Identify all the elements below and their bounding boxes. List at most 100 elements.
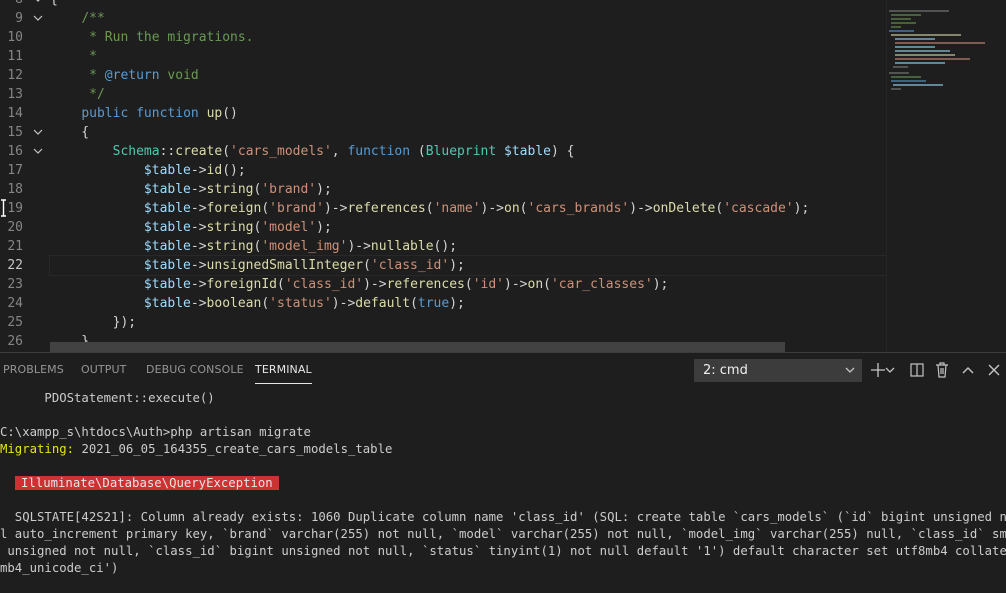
- code-line[interactable]: $table->foreignId('class_id')->reference…: [50, 275, 886, 294]
- error-message-line: SQLSTATE[42S21]: Column already exists: …: [0, 510, 1006, 524]
- line-number: 26: [0, 332, 50, 351]
- error-message-line: unsigned not null, `class_id` bigint uns…: [0, 544, 1006, 558]
- kill-terminal-trash-icon[interactable]: [932, 360, 952, 380]
- code-token: {: [50, 125, 90, 140]
- code-line[interactable]: public function up(): [50, 104, 886, 123]
- code-line[interactable]: * @return void: [50, 66, 886, 85]
- fold-chevron-icon[interactable]: [32, 142, 44, 161]
- line-number-text: 26: [7, 334, 23, 349]
- line-number: 25: [0, 313, 50, 332]
- code-token: ();: [222, 163, 246, 178]
- code-token: )->: [347, 239, 371, 254]
- code-token: );: [449, 258, 465, 273]
- migrating-label: Migrating:: [0, 442, 75, 456]
- code-token: ->: [190, 258, 207, 273]
- code-line[interactable]: {: [50, 123, 886, 142]
- line-number: 11: [0, 47, 50, 66]
- minimap-line: [891, 88, 901, 90]
- minimap-line: [893, 84, 943, 86]
- code-line[interactable]: {: [50, 0, 886, 9]
- minimap-line: [895, 50, 950, 52]
- fold-chevron-icon[interactable]: [32, 123, 44, 142]
- terminal-output[interactable]: PDOStatement::execute() C:\xampp_s\htdoc…: [0, 389, 1006, 593]
- code-line[interactable]: $table->string('brand');: [50, 180, 886, 199]
- launch-profile-chevron-icon[interactable]: [884, 360, 896, 380]
- tab-problems[interactable]: PROBLEMS: [3, 353, 64, 387]
- minimap-line: [891, 76, 921, 78]
- code-token: );: [316, 182, 332, 197]
- code-token: 'id': [472, 277, 505, 292]
- code-line[interactable]: *: [50, 47, 886, 66]
- code-token: 'brand': [261, 182, 317, 197]
- minimap-line: [891, 18, 911, 20]
- migrating-value: 2021_06_05_164355_create_cars_models_tab…: [74, 442, 393, 456]
- code-token: boolean: [206, 296, 262, 311]
- code-token: )->: [480, 201, 505, 216]
- code-line[interactable]: $table->string('model');: [50, 218, 886, 237]
- code-token: void: [159, 68, 199, 83]
- code-token: foreignId: [206, 277, 277, 292]
- close-panel-icon[interactable]: [984, 360, 1004, 380]
- minimap-line: [893, 66, 908, 68]
- code-token: ->: [190, 239, 207, 254]
- maximize-panel-chevron-up-icon[interactable]: [958, 360, 978, 380]
- code-token: string: [206, 220, 254, 235]
- line-number-text: 11: [7, 49, 23, 64]
- code-editor[interactable]: 8 9 10 11 12 13 14 15 16 17 18 19 20 21 22 23 24 25 26 { /…: [0, 0, 1006, 352]
- code-line[interactable]: });: [50, 313, 886, 332]
- panel-tab-bar: PROBLEMS OUTPUT DEBUG CONSOLE TERMINAL: [0, 353, 680, 387]
- minimap[interactable]: [886, 0, 1006, 352]
- code-token: 'name': [433, 201, 481, 216]
- code-token: );: [793, 201, 810, 216]
- code-token: foreign: [206, 201, 262, 216]
- line-number-text: 20: [7, 220, 23, 235]
- code-line[interactable]: * Run the migrations.: [50, 28, 886, 47]
- code-token: 'model_img': [261, 239, 348, 254]
- exception-line: Illuminate\Database\QueryException: [15, 475, 279, 492]
- code-line[interactable]: /**: [50, 9, 886, 28]
- line-number: 17: [0, 161, 50, 180]
- line-number-text: 23: [7, 277, 23, 292]
- split-terminal-icon[interactable]: [907, 360, 927, 380]
- code-token: 'status': [269, 296, 332, 311]
- code-token: ->: [190, 220, 207, 235]
- code-token: (: [363, 258, 371, 273]
- code-token: $table: [143, 239, 191, 254]
- line-number-text: 19: [7, 201, 23, 216]
- tab-debug-console[interactable]: DEBUG CONSOLE: [146, 353, 244, 387]
- code-token: $table: [143, 163, 191, 178]
- fold-chevron-icon[interactable]: [32, 0, 44, 9]
- code-line[interactable]: $table->string('model_img')->nullable();: [50, 237, 886, 256]
- code-token: )->: [323, 201, 348, 216]
- code-token: (: [543, 277, 551, 292]
- line-number: 15: [0, 123, 50, 142]
- terminal-select-dropdown[interactable]: 2: cmd: [694, 359, 862, 382]
- code-token: public: [81, 106, 129, 121]
- code-token: 'cars_brands': [527, 201, 630, 216]
- code-token: id: [206, 163, 223, 178]
- line-number-text: 22: [7, 258, 23, 273]
- code-area[interactable]: { /** * Run the migrations. * * @return …: [49, 0, 887, 351]
- line-number-text: 17: [7, 163, 23, 178]
- fold-chevron-icon[interactable]: [32, 9, 44, 28]
- tab-terminal[interactable]: TERMINAL: [255, 353, 312, 387]
- horizontal-scrollbar[interactable]: [50, 342, 785, 352]
- line-number: 20: [0, 218, 50, 237]
- code-line[interactable]: $table->unsignedSmallInteger('class_id')…: [49, 255, 887, 276]
- tab-output[interactable]: OUTPUT: [81, 353, 126, 387]
- code-line[interactable]: */: [50, 85, 886, 104]
- code-line[interactable]: Schema::create('cars_models', function (…: [50, 142, 886, 161]
- code-line[interactable]: $table->boolean('status')->default(true)…: [50, 294, 886, 313]
- code-token: references: [386, 277, 465, 292]
- line-number-text: 13: [7, 87, 23, 102]
- code-line[interactable]: $table->foreign('brand')->references('na…: [50, 199, 886, 218]
- code-line[interactable]: $table->id();: [50, 161, 886, 180]
- line-number: 12: [0, 66, 50, 85]
- line-number: 9: [0, 9, 50, 28]
- code-token: (: [261, 201, 270, 216]
